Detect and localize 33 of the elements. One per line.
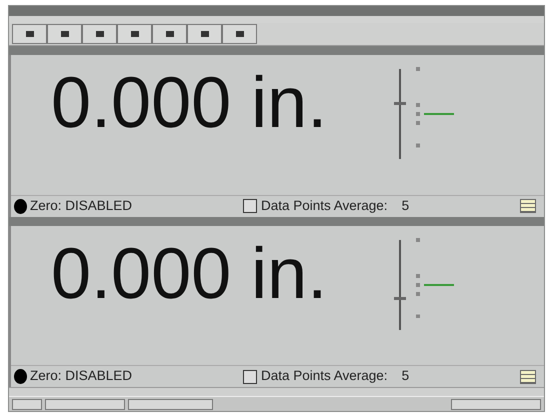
toolbar-button[interactable] bbox=[222, 24, 257, 44]
toolbar-icon bbox=[130, 30, 140, 38]
status-indicator-icon bbox=[14, 369, 27, 384]
average-value: 5 bbox=[402, 367, 410, 386]
average-icon[interactable] bbox=[242, 370, 257, 384]
average-icon[interactable] bbox=[242, 199, 257, 213]
toolbar-icon bbox=[200, 30, 210, 38]
toolbar-icon bbox=[94, 30, 104, 38]
toolbar-icon bbox=[234, 30, 244, 38]
toolbar-button[interactable] bbox=[187, 24, 222, 44]
toolbar-icon bbox=[60, 30, 70, 38]
slider-thumb[interactable] bbox=[394, 296, 406, 300]
toolbar-icon bbox=[24, 30, 34, 38]
taskbar-item[interactable] bbox=[128, 398, 213, 410]
toolbar-icon bbox=[164, 30, 174, 38]
measurement-readout: 0.000 in. bbox=[51, 67, 328, 145]
toolbar-button[interactable] bbox=[152, 24, 187, 44]
toolbar-button[interactable] bbox=[47, 24, 82, 44]
toolbar-button[interactable] bbox=[12, 24, 47, 44]
toolbar-button[interactable] bbox=[82, 24, 117, 44]
slider-thumb[interactable] bbox=[394, 102, 406, 105]
toolbar-button[interactable] bbox=[117, 24, 152, 44]
average-label: Data Points Average: bbox=[260, 367, 388, 386]
average-label: Data Points Average: bbox=[260, 196, 388, 215]
start-button[interactable] bbox=[12, 398, 42, 410]
status-indicator-icon bbox=[14, 198, 27, 214]
average-value: 5 bbox=[402, 196, 410, 215]
zero-status-label: Zero: DISABLED bbox=[30, 367, 132, 386]
taskbar-item[interactable] bbox=[45, 398, 125, 410]
zero-status-label: Zero: DISABLED bbox=[30, 196, 132, 215]
list-icon[interactable] bbox=[520, 199, 536, 213]
list-icon[interactable] bbox=[520, 370, 536, 384]
measurement-readout: 0.000 in. bbox=[51, 238, 328, 316]
